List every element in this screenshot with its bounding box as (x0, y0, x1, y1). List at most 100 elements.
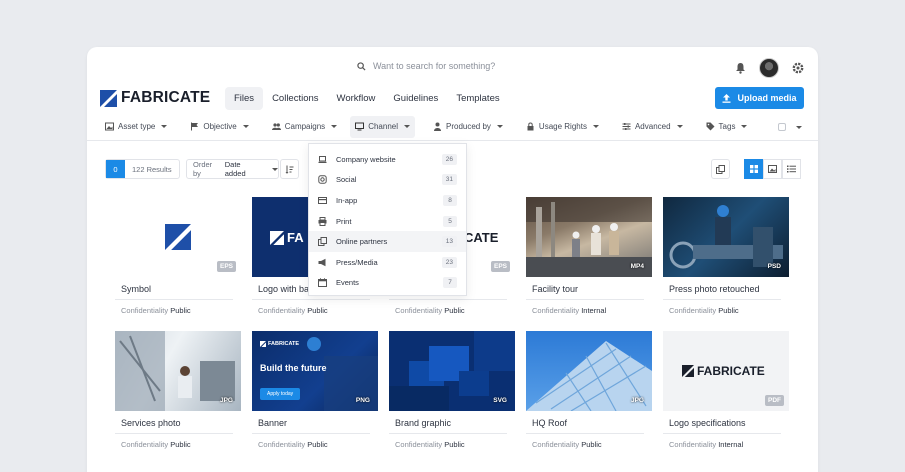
asset-tile[interactable]: SVG Brand graphic Confidentiality Public (389, 331, 515, 449)
filter-usage-rights[interactable]: Usage Rights (521, 116, 604, 138)
channel-option-press-media[interactable]: Press/Media 23 (309, 252, 466, 273)
nav-collections[interactable]: Collections (263, 87, 327, 110)
flag-icon (191, 122, 199, 131)
filter-label: Asset type (118, 122, 156, 131)
user-icon (434, 122, 441, 131)
filter-tags[interactable]: Tags (701, 116, 753, 138)
asset-thumbnail[interactable]: JPG (115, 331, 241, 411)
asset-tile[interactable]: PSD Press photo retouched Confidentialit… (663, 197, 789, 315)
copy-icon (318, 237, 327, 247)
asset-thumbnail[interactable]: PSD (663, 197, 789, 277)
asset-name[interactable]: Services photo (115, 418, 233, 434)
nav-files[interactable]: Files (225, 87, 264, 110)
search-placeholder[interactable]: Want to search for something? (373, 61, 495, 71)
asset-name[interactable]: Symbol (115, 284, 233, 300)
option-label: Social (336, 175, 357, 185)
select-all-checkbox[interactable] (778, 123, 786, 131)
card-icon (318, 196, 327, 204)
filter-label: Channel (368, 122, 398, 131)
channel-option-in-app[interactable]: In-app 8 (309, 190, 466, 211)
filter-advanced[interactable]: Advanced (617, 116, 688, 138)
conf-value: Public (170, 440, 191, 449)
chevron-down-icon (592, 125, 599, 128)
option-label: In-app (336, 195, 358, 205)
sliders-icon (622, 123, 631, 130)
calendar-icon (318, 278, 327, 288)
file-type-badge: SVG (493, 397, 507, 404)
file-type-badge: PNG (355, 397, 370, 404)
banner-cta: Apply today (260, 388, 301, 400)
filter-objective[interactable]: Objective (185, 116, 253, 138)
avatar[interactable] (759, 58, 779, 78)
filter-label: Objective (203, 122, 237, 131)
confidentiality: Confidentiality Internal (526, 306, 652, 315)
conf-label: Confidentiality (258, 440, 306, 449)
conf-value: Internal (581, 306, 607, 315)
asset-thumbnail[interactable]: MP4 (526, 197, 652, 277)
filter-campaigns[interactable]: Campaigns (267, 116, 342, 138)
duplicate-button[interactable] (711, 159, 730, 179)
channel-option-social[interactable]: Social 31 (309, 170, 466, 191)
asset-name[interactable]: Banner (252, 418, 370, 434)
gear-icon[interactable] (792, 62, 804, 74)
search-icon (357, 61, 366, 71)
conf-label: Confidentiality (395, 306, 443, 315)
asset-name[interactable]: Brand graphic (389, 418, 507, 434)
asset-thumbnail[interactable]: JPG (526, 331, 652, 411)
conf-label: Confidentiality (121, 306, 169, 315)
banner-brand-text: FABRICATE (268, 341, 300, 347)
symbol-logo-image (165, 224, 191, 250)
filter-asset-type[interactable]: Asset type (100, 116, 172, 138)
asset-thumbnail[interactable]: FABRICATE PDF (663, 331, 789, 411)
logo-text: FA (287, 230, 304, 245)
list-view-button[interactable] (782, 159, 801, 179)
asset-tile[interactable]: JPG HQ Roof Confidentiality Public (526, 331, 652, 449)
order-dropdown[interactable]: Order by Date added (186, 159, 279, 179)
confidentiality: Confidentiality Internal (663, 440, 789, 449)
conf-value: Public (307, 306, 328, 315)
channel-option-print[interactable]: Print 5 (309, 211, 466, 232)
asset-name[interactable]: HQ Roof (526, 418, 644, 434)
copy-icon (716, 164, 725, 174)
asset-thumbnail[interactable]: EPS (115, 197, 241, 277)
asset-tile[interactable]: FABRICATE PDF Logo specifications Confid… (663, 331, 789, 449)
search-bar[interactable]: Want to search for something? (357, 61, 495, 71)
asset-tile[interactable]: EPS Symbol Confidentiality Public (115, 197, 241, 315)
file-type-badge: EPS (490, 261, 510, 272)
asset-name[interactable]: Press photo retouched (663, 284, 781, 300)
view-switcher (744, 159, 801, 179)
channel-option-company-website[interactable]: Company website 26 (309, 149, 466, 170)
order-prefix: Order by (193, 160, 213, 178)
asset-name[interactable]: Facility tour (526, 284, 644, 300)
channel-option-online-partners[interactable]: Online partners 13 (309, 231, 466, 252)
select-all[interactable] (778, 123, 802, 131)
option-label: Print (336, 216, 352, 226)
asset-tile[interactable]: FABRICATE Build the future Apply today P… (252, 331, 378, 449)
filter-produced-by[interactable]: Produced by (428, 116, 508, 138)
nav-templates[interactable]: Templates (447, 87, 508, 110)
channel-option-events[interactable]: Events 7 (309, 273, 466, 294)
bell-icon[interactable] (735, 62, 746, 74)
asset-tile[interactable]: MP4 Facility tour Confidentiality Intern… (526, 197, 652, 315)
nav-guidelines[interactable]: Guidelines (384, 87, 447, 110)
filter-label: Campaigns (284, 122, 326, 131)
gallery-view-button[interactable] (763, 159, 782, 179)
asset-name[interactable]: Logo specifications (663, 418, 781, 434)
conf-value: Public (581, 440, 602, 449)
list-icon (787, 165, 796, 173)
filter-channel[interactable]: Channel (350, 115, 415, 138)
brand-logo[interactable]: FABRICATE (100, 89, 210, 107)
printer-icon (318, 216, 327, 226)
asset-thumbnail[interactable]: FABRICATE Build the future Apply today P… (252, 331, 378, 411)
asset-thumbnail[interactable]: SVG (389, 331, 515, 411)
instagram-icon (318, 175, 327, 185)
chevron-down-icon[interactable] (796, 125, 802, 129)
option-count: 8 (443, 194, 457, 206)
asset-tile[interactable]: JPG Services photo Confidentiality Publi… (115, 331, 241, 449)
upload-media-button[interactable]: Upload media (715, 87, 804, 109)
sort-direction-button[interactable] (280, 159, 299, 179)
upload-label: Upload media (737, 93, 797, 103)
nav-workflow[interactable]: Workflow (328, 87, 385, 110)
grid-view-button[interactable] (744, 159, 763, 179)
selected-count[interactable]: 0 (106, 160, 125, 178)
